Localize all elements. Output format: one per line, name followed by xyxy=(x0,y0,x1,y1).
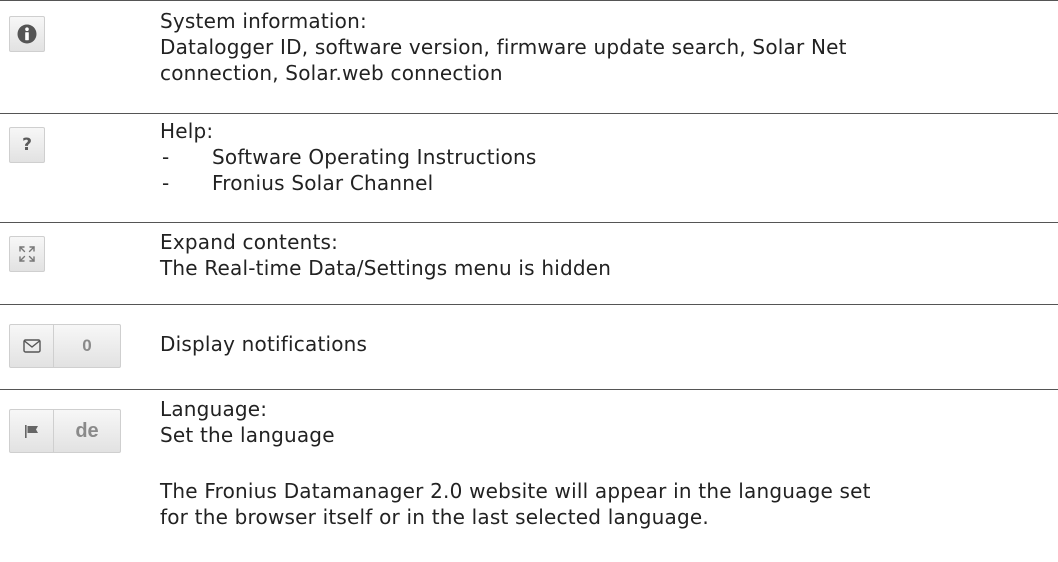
help-button[interactable]: ? xyxy=(9,127,45,163)
description-line: Datalogger ID, software version, firmwar… xyxy=(160,35,847,59)
row-heading: Help: xyxy=(160,119,214,143)
list-item-label: Fronius Solar Channel xyxy=(212,171,434,195)
language-button[interactable]: de xyxy=(9,409,121,453)
description-line: connection, Solar.web connection xyxy=(160,61,503,85)
info-icon xyxy=(17,24,37,44)
row-heading: Display notifications xyxy=(160,332,368,356)
language-icon-cell xyxy=(10,410,54,452)
row-heading: Expand contents: xyxy=(160,230,339,254)
bullet-dash: - xyxy=(162,145,170,169)
row-divider xyxy=(0,113,1058,114)
row-divider xyxy=(0,0,1058,1)
bullet-dash: - xyxy=(162,171,170,195)
help-icon: ? xyxy=(22,135,32,155)
help-description: Help: - Software Operating Instructions … xyxy=(160,118,537,196)
row-heading: System information: xyxy=(160,9,367,33)
notifications-icon-cell xyxy=(10,325,54,367)
language-description: Language: Set the language xyxy=(160,396,335,448)
row-heading: Language: xyxy=(160,397,268,421)
notifications-description: Display notifications xyxy=(160,331,367,357)
row-divider xyxy=(0,222,1058,223)
expand-description: Expand contents: The Real-time Data/Sett… xyxy=(160,229,611,281)
note-line: for the browser itself or in the last se… xyxy=(160,505,709,529)
row-divider xyxy=(0,304,1058,305)
notifications-button[interactable]: 0 xyxy=(9,324,121,368)
list-item-label: Software Operating Instructions xyxy=(212,145,537,169)
envelope-icon xyxy=(22,339,41,353)
row-divider xyxy=(0,389,1058,390)
description-line: The Real-time Data/Settings menu is hidd… xyxy=(160,256,612,280)
language-code: de xyxy=(75,419,99,442)
expand-icon xyxy=(19,246,35,262)
notification-count: 0 xyxy=(82,336,92,355)
description-line: Set the language xyxy=(160,423,335,447)
note-line: The Fronius Datamanager 2.0 website will… xyxy=(160,479,871,503)
system-info-button[interactable] xyxy=(9,16,45,52)
flag-icon xyxy=(24,425,38,438)
list-item: - Fronius Solar Channel xyxy=(160,170,537,196)
list-item: - Software Operating Instructions xyxy=(160,144,537,170)
system-info-description: System information: Datalogger ID, softw… xyxy=(160,8,847,86)
language-note: The Fronius Datamanager 2.0 website will… xyxy=(160,478,871,530)
expand-button[interactable] xyxy=(9,236,45,272)
